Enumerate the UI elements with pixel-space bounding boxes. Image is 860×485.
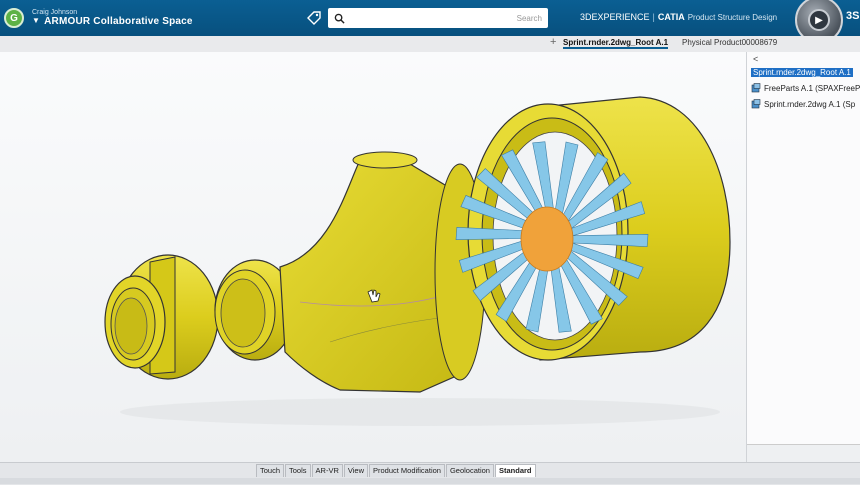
tab-view[interactable]: View xyxy=(343,464,368,477)
user-block[interactable]: G Craig Johnson ▼ ARMOUR Collaborative S… xyxy=(4,3,193,33)
collab-space-name: ARMOUR Collaborative Space xyxy=(44,16,193,28)
search-field[interactable]: Search xyxy=(328,8,548,28)
tab-sprint-root[interactable]: Sprint.rnder.2dwg_Root A.1 xyxy=(563,38,669,49)
tree-item-label: Sprint.rnder.2dwg A.1 (Sp xyxy=(764,99,856,109)
tag-icon[interactable] xyxy=(306,10,322,26)
tab-standard[interactable]: Standard xyxy=(494,464,536,477)
brand-catia: CATIA xyxy=(657,12,685,22)
flange-part[interactable] xyxy=(104,254,219,380)
ds-logo: 3S xyxy=(846,10,860,22)
tree-item-label: FreeParts A.1 (SPAXFreeP xyxy=(764,83,860,93)
tab-tools[interactable]: Tools xyxy=(285,464,311,477)
tab-physical-product[interactable]: Physical Product00008679 xyxy=(682,38,777,47)
ground-shadow xyxy=(120,398,720,426)
chevron-down-icon: ▼ xyxy=(32,16,41,26)
document-tab-bar: Physical Product00008679 Sprint.rnder.2d… xyxy=(0,36,860,53)
cone-part[interactable] xyxy=(279,151,486,393)
fan-hub[interactable] xyxy=(520,206,574,272)
tab-touch[interactable]: Touch xyxy=(256,464,285,477)
specification-tree: < Sprint.rnder.2dwg_Root A.1 FreeParts A… xyxy=(746,52,860,463)
tree-item-label: Sprint.rnder.2dwg_Root A.1 xyxy=(751,67,853,77)
brand-role: Product Structure Design xyxy=(687,13,778,22)
top-bar: G Craig Johnson ▼ ARMOUR Collaborative S… xyxy=(0,0,860,44)
tree-item-root[interactable]: Sprint.rnder.2dwg_Root A.1 xyxy=(751,66,853,78)
user-info: Craig Johnson ▼ ARMOUR Collaborative Spa… xyxy=(32,9,193,28)
3d-model[interactable] xyxy=(0,52,746,462)
tree-footer xyxy=(747,444,860,463)
tab-ar-vr[interactable]: AR-VR xyxy=(311,464,343,477)
user-name: Craig Johnson xyxy=(32,8,78,16)
collab-space-selector[interactable]: ▼ ARMOUR Collaborative Space xyxy=(32,16,193,27)
tree-item-sprint[interactable]: Sprint.rnder.2dwg A.1 (Sp xyxy=(751,98,855,110)
avatar[interactable]: G xyxy=(4,8,24,28)
tab-product-modification[interactable]: Product Modification xyxy=(369,464,445,477)
search-placeholder: Search xyxy=(516,13,542,23)
tab-geolocation[interactable]: Geolocation xyxy=(445,464,494,477)
3d-viewport[interactable] xyxy=(0,52,746,462)
play-icon[interactable]: ▶ xyxy=(808,9,830,31)
action-bar-icons[interactable] xyxy=(0,478,860,484)
action-bar-tabs: Touch Tools AR-VR View Product Modificat… xyxy=(256,464,537,477)
add-tab-button[interactable]: + xyxy=(550,36,556,48)
search-icon[interactable] xyxy=(334,13,345,24)
part-icon xyxy=(751,99,761,109)
brand-3dexperience: 3DEXPERIENCE xyxy=(580,12,650,22)
tree-item-freeparts[interactable]: FreeParts A.1 (SPAXFreeP xyxy=(751,82,860,94)
app-brand: 3DEXPERIENCE | CATIA Product Structure Desi… xyxy=(580,12,778,22)
tree-collapse-button[interactable]: < xyxy=(753,54,758,64)
part-icon xyxy=(751,83,761,93)
